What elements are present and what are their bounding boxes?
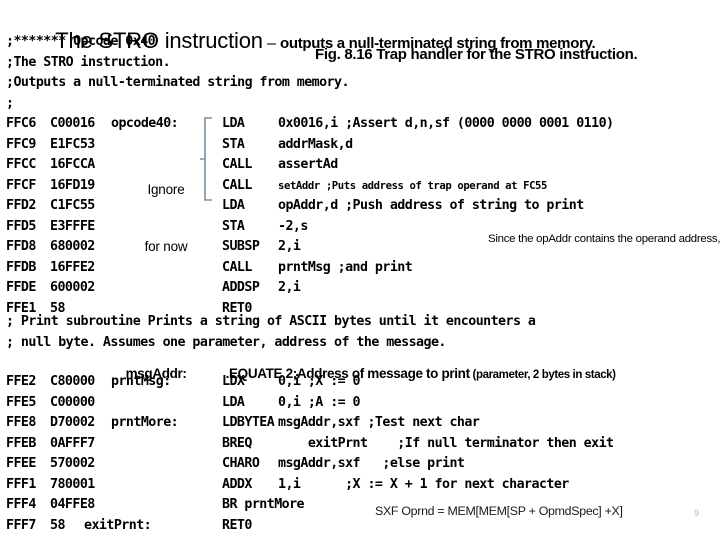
code-operand: 2,i (278, 280, 301, 295)
code-object-bytes: E3FFFE (50, 218, 95, 234)
code-mnemonic: BREQ (222, 435, 252, 451)
code-mnemonic: ADDSP (222, 280, 260, 295)
code-object-bytes: 16FD19 (50, 177, 95, 193)
code-mnemonic: RET0 (222, 517, 252, 533)
code-address: FFCC (6, 157, 36, 172)
code-operand: exitPrnt ;If null terminator then exit (278, 435, 614, 451)
code-operand: 2,i (278, 239, 301, 254)
code-address: FFE8 (6, 415, 36, 430)
comment-line: ; Print subroutine Prints a string of AS… (6, 314, 536, 329)
code-object-bytes: 780001 (50, 476, 95, 492)
comment-line: ;Outputs a null-terminated string from m… (6, 75, 350, 90)
code-address: FFDE (6, 280, 36, 295)
ignore-note-line1: Ignore (147, 182, 185, 197)
code-object-bytes: C00000 (50, 394, 95, 410)
code-mnemonic: CALL (222, 259, 252, 275)
code-address: FFEB (6, 435, 36, 451)
code-address: FFEE (6, 456, 36, 471)
code-address: FFD2 (6, 198, 36, 213)
code-object-bytes: C80000 (50, 374, 95, 389)
code-object-bytes: 600002 (50, 280, 95, 295)
code-object-bytes: C1FC55 (50, 198, 95, 213)
code-address: FFE5 (6, 394, 36, 410)
code-operand: addrMask,d (278, 136, 353, 152)
code-operand: msgAddr,sxf ;Test next char (278, 415, 480, 430)
code-object-bytes: 16FCCA (50, 157, 95, 172)
code-operand: msgAddr,sxf ;else print (278, 456, 465, 471)
code-mnemonic: LDA (222, 198, 245, 213)
code-mnemonic: STA (222, 136, 245, 152)
comment-line: ;The STRO instruction. (6, 54, 171, 70)
code-operand: opAddr,d ;Push address of string to prin… (278, 198, 584, 213)
code-object-bytes: 570002 (50, 456, 95, 471)
side-annotation-note: Since the opAddr contains the operand ad… (488, 233, 720, 245)
code-address: FFCF (6, 177, 36, 193)
code-operand: 0,i ;X := 0 (278, 374, 361, 389)
code-mnemonic: LDX (222, 374, 245, 389)
figure-caption: Fig. 8.16 Trap handler for the STRO inst… (315, 46, 638, 63)
code-mnemonic: ADDX (222, 476, 252, 492)
code-mnemonic: LDBYTEA (222, 415, 275, 430)
code-symbol: exitPrnt: (84, 517, 152, 533)
equate-paren-note: (parameter, 2 bytes in stack) (469, 369, 617, 381)
slide-canvas: The STRO instruction – outputs a null-te… (0, 0, 720, 540)
code-object-bytes: E1FC53 (50, 136, 95, 152)
code-object-bytes: D70002 (50, 415, 95, 430)
ignore-bracket-icon (200, 117, 212, 201)
comment-line: ; null byte. Assumes one parameter, addr… (6, 334, 446, 350)
page-number: 9 (694, 508, 700, 518)
code-address: FFF7 (6, 517, 36, 533)
code-address: FFD5 (6, 218, 36, 234)
code-mnemonic: STA (222, 218, 245, 234)
code-object-bytes: 0AFFF7 (50, 435, 95, 451)
code-mnemonic: BR prntMore (222, 497, 305, 512)
ignore-note-line2: for now (144, 239, 188, 254)
code-mnemonic: LDA (222, 116, 245, 131)
code-mnemonic: SUBSP (222, 239, 260, 254)
code-symbol: opcode40: (111, 116, 179, 131)
code-object-bytes: 04FFE8 (50, 497, 95, 512)
code-operand: assertAd (278, 157, 338, 172)
code-address: FFF4 (6, 497, 36, 512)
code-operand: 1,i ;X := X + 1 for next character (278, 476, 569, 492)
code-operand: 0,i ;A := 0 (278, 394, 361, 410)
code-mnemonic: CALL (222, 177, 252, 193)
sxf-operand-footnote: SXF Oprnd = MEM[MEM[SP + OpmdSpec] +X] (375, 504, 623, 518)
code-address: FFDB (6, 259, 36, 275)
code-address: FFE2 (6, 374, 36, 389)
code-symbol: prntMore: (111, 415, 179, 430)
code-operand: prntMsg ;and print (278, 259, 413, 275)
code-operand: setAddr ;Puts address of trap operand at… (278, 179, 548, 192)
equate-directive-line: msgAddr: .EQUATE 2;Address of message to … (112, 351, 616, 396)
print-subroutine-comment-block: ; Print subroutine Prints a string of AS… (6, 312, 536, 353)
comment-line: ; (6, 95, 14, 111)
code-mnemonic: CALL (222, 157, 252, 172)
code-operand: 0x0016,i ;Assert d,n,sf (0000 0000 0001 … (278, 116, 614, 131)
code-object-bytes: 16FFE2 (50, 259, 95, 275)
code-object-bytes: 680002 (50, 239, 95, 254)
code-operand: -2,s (278, 218, 308, 234)
header-comment-block: ;******* Opcode 0x40 ;The STRO instructio… (6, 32, 350, 114)
code-object-bytes: 58 (50, 517, 65, 533)
code-address: FFC6 (6, 116, 36, 131)
code-mnemonic: LDA (222, 394, 245, 410)
code-address: FFF1 (6, 476, 36, 492)
code-object-bytes: C00016 (50, 116, 95, 131)
ignore-for-now-note: Ignore for now (133, 142, 199, 294)
code-mnemonic: CHARO (222, 456, 260, 471)
comment-line: ;******* Opcode 0x40 (6, 34, 156, 49)
code-address: FFC9 (6, 136, 36, 152)
code-symbol: prntMsg: (111, 374, 171, 389)
code-address: FFD8 (6, 239, 36, 254)
